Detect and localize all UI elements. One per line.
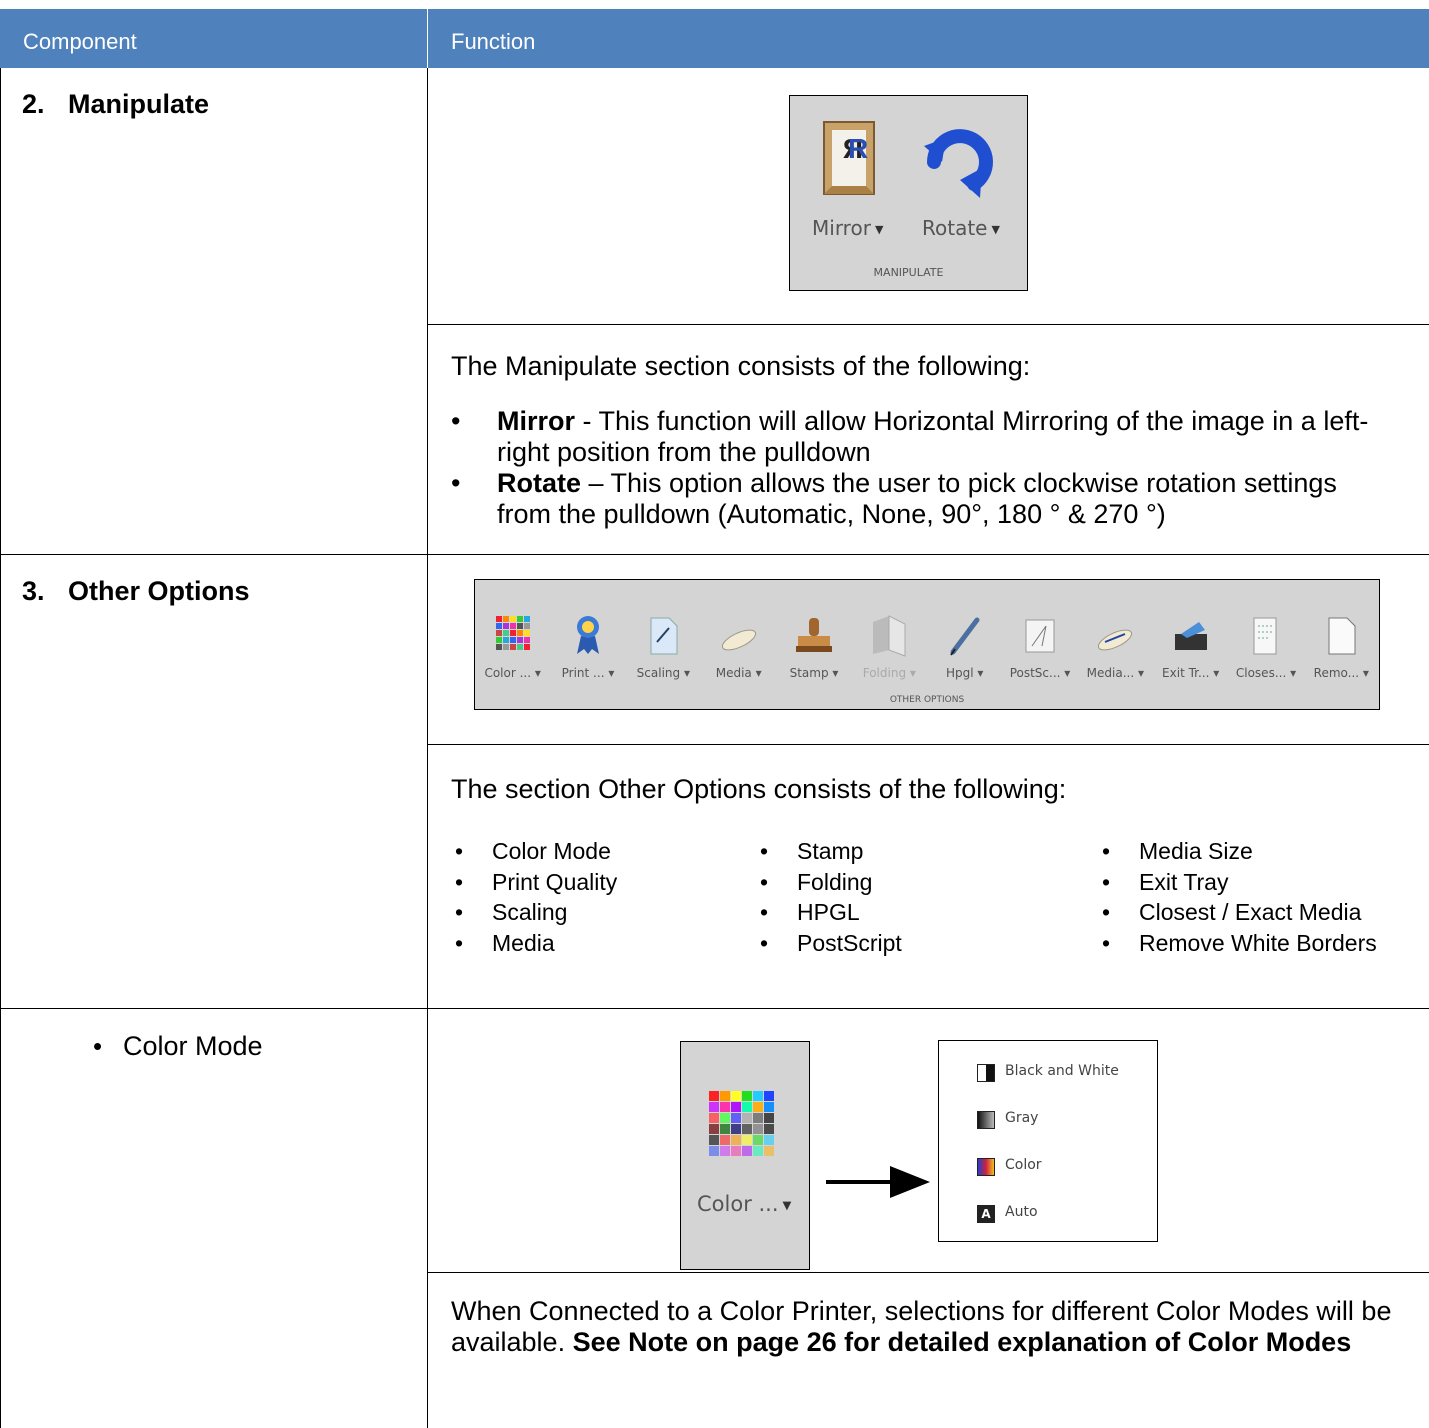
toolbar-button-exit-tray[interactable]: Exit Tr... ▾ xyxy=(1153,590,1228,690)
list-item: Print Quality xyxy=(455,867,617,898)
row-divider xyxy=(0,1008,1429,1009)
document-page: Component Function 2. Manipulate R R Mirr… xyxy=(0,9,1429,1428)
options-list-col2: Stamp Folding HPGL PostScript xyxy=(760,836,902,958)
list-item: PostScript xyxy=(760,928,902,959)
toolbar-button-label: Remo... ▾ xyxy=(1313,666,1369,680)
toolbar-button-media-size[interactable]: Media... ▾ xyxy=(1078,590,1153,690)
toolbar-button-label: Print ... ▾ xyxy=(561,666,615,680)
document-icon xyxy=(1328,617,1356,655)
color-mode-button-panel: Color ... ▼ xyxy=(680,1041,810,1270)
row-divider xyxy=(0,554,1429,555)
section-color-mode-label: • Color Mode xyxy=(93,1031,263,1061)
toolbar-button-label: Media... ▾ xyxy=(1086,666,1144,680)
row-divider xyxy=(428,744,1429,745)
row-divider xyxy=(428,1272,1429,1273)
list-item: Stamp xyxy=(760,836,902,867)
table-header: Component Function xyxy=(0,9,1429,68)
list-item: • Mirror - This function will allow Hori… xyxy=(451,406,1369,467)
row-divider xyxy=(428,324,1429,325)
toolbar-button-folding[interactable]: Folding ▾ xyxy=(852,590,927,690)
color-mode-description: When Connected to a Color Printer, selec… xyxy=(451,1296,1392,1357)
exit-tray-icon xyxy=(1174,622,1207,650)
media-roll-icon xyxy=(721,629,756,651)
section-manipulate-label: 2. Manipulate xyxy=(22,89,210,119)
color-icon xyxy=(977,1158,995,1176)
toolbar-button-label: Closes... ▾ xyxy=(1235,666,1297,680)
list-item: Color Mode xyxy=(455,836,617,867)
color-palette-icon xyxy=(495,616,530,650)
list-item: Remove White Borders xyxy=(1102,928,1377,959)
toolbar-button-print-quality[interactable]: Print ... ▾ xyxy=(550,590,625,690)
media-size-icon xyxy=(1098,629,1133,651)
closest-media-icon xyxy=(1253,617,1277,655)
chevron-down-icon: ▼ xyxy=(874,223,884,236)
options-list-col3: Media Size Exit Tray Closest / Exact Med… xyxy=(1102,836,1377,958)
rotate-icon[interactable] xyxy=(920,116,1000,202)
manipulate-toolbar: R R Mirror ▼ Rotate ▼ MANIPULATE xyxy=(789,95,1028,291)
toolbar-button-label: PostSc... ▾ xyxy=(1009,666,1071,680)
toolbar-button-label: Hpgl ▾ xyxy=(945,666,984,680)
toolbar-button-color-mode[interactable]: Color ... ▾ xyxy=(475,590,550,690)
toolbar-button-media[interactable]: Media ▾ xyxy=(701,590,776,690)
stamp-icon xyxy=(795,618,832,652)
toolbar-button-label: Folding ▾ xyxy=(862,666,916,680)
svg-text:R: R xyxy=(848,133,868,164)
rotate-button[interactable]: Rotate ▼ xyxy=(922,216,1000,240)
column-divider xyxy=(427,68,428,1428)
color-mode-menu: Black and White Gray Color A Auto xyxy=(938,1040,1158,1242)
color-mode-button[interactable]: Color ... ▼ xyxy=(697,1192,791,1216)
toolbar-button-postscript[interactable]: PostSc... ▾ xyxy=(1002,590,1077,690)
list-item: Folding xyxy=(760,867,902,898)
postscript-icon xyxy=(1025,619,1055,653)
toolbar-button-label: Scaling ▾ xyxy=(636,666,690,680)
list-item: Exit Tray xyxy=(1102,867,1377,898)
header-function: Function xyxy=(451,29,536,54)
mirror-icon[interactable]: R R xyxy=(818,118,880,198)
list-item: Media xyxy=(455,928,617,959)
section-other-options-label: 3. Other Options xyxy=(22,576,250,606)
toolbar-button-label: Exit Tr... ▾ xyxy=(1162,666,1220,680)
toolbar-button-closest-media[interactable]: Closes... ▾ xyxy=(1228,590,1303,690)
toolbar-button-remove-borders[interactable]: Remo... ▾ xyxy=(1304,590,1379,690)
toolbar-button-stamp[interactable]: Stamp ▾ xyxy=(776,590,851,690)
toolbar-group-label: MANIPULATE xyxy=(873,266,944,279)
pen-icon xyxy=(949,617,980,656)
color-palette-icon[interactable] xyxy=(705,1087,777,1167)
toolbar-button-label: Color ... ▾ xyxy=(484,666,541,680)
list-item: Closest / Exact Media xyxy=(1102,897,1377,928)
toolbar-group-label: OTHER OPTIONS xyxy=(889,695,965,705)
mirror-button[interactable]: Mirror ▼ xyxy=(812,216,883,240)
list-item: Media Size xyxy=(1102,836,1377,867)
toolbar-button-scaling[interactable]: Scaling ▾ xyxy=(626,590,701,690)
black-and-white-icon xyxy=(977,1064,995,1082)
gray-icon xyxy=(977,1111,995,1129)
auto-icon: A xyxy=(977,1205,995,1223)
table-left-border xyxy=(0,68,1,1428)
toolbar-button-label: Media ▾ xyxy=(715,666,762,680)
arrow-right-icon xyxy=(826,1166,930,1198)
chevron-down-icon: ▼ xyxy=(782,1198,792,1212)
other-options-toolbar: OTHER OPTIONS Color ... ▾ Print ... ▾ Scal… xyxy=(474,579,1380,710)
toolbar-button-label: Stamp ▾ xyxy=(789,666,839,680)
list-item: • Rotate – This option allows the user t… xyxy=(451,468,1337,529)
scaling-icon xyxy=(650,617,678,655)
other-options-intro: The section Other Options consists of th… xyxy=(451,774,1067,804)
folding-icon xyxy=(873,615,906,657)
toolbar-button-hpgl[interactable]: Hpgl ▾ xyxy=(927,590,1002,690)
manipulate-intro: The Manipulate section consists of the f… xyxy=(451,351,1031,381)
chevron-down-icon: ▼ xyxy=(991,223,1000,236)
header-component: Component xyxy=(23,29,137,54)
ribbon-icon xyxy=(576,616,599,654)
list-item: Scaling xyxy=(455,897,617,928)
list-item: HPGL xyxy=(760,897,902,928)
options-list-col1: Color Mode Print Quality Scaling Media xyxy=(455,836,617,958)
